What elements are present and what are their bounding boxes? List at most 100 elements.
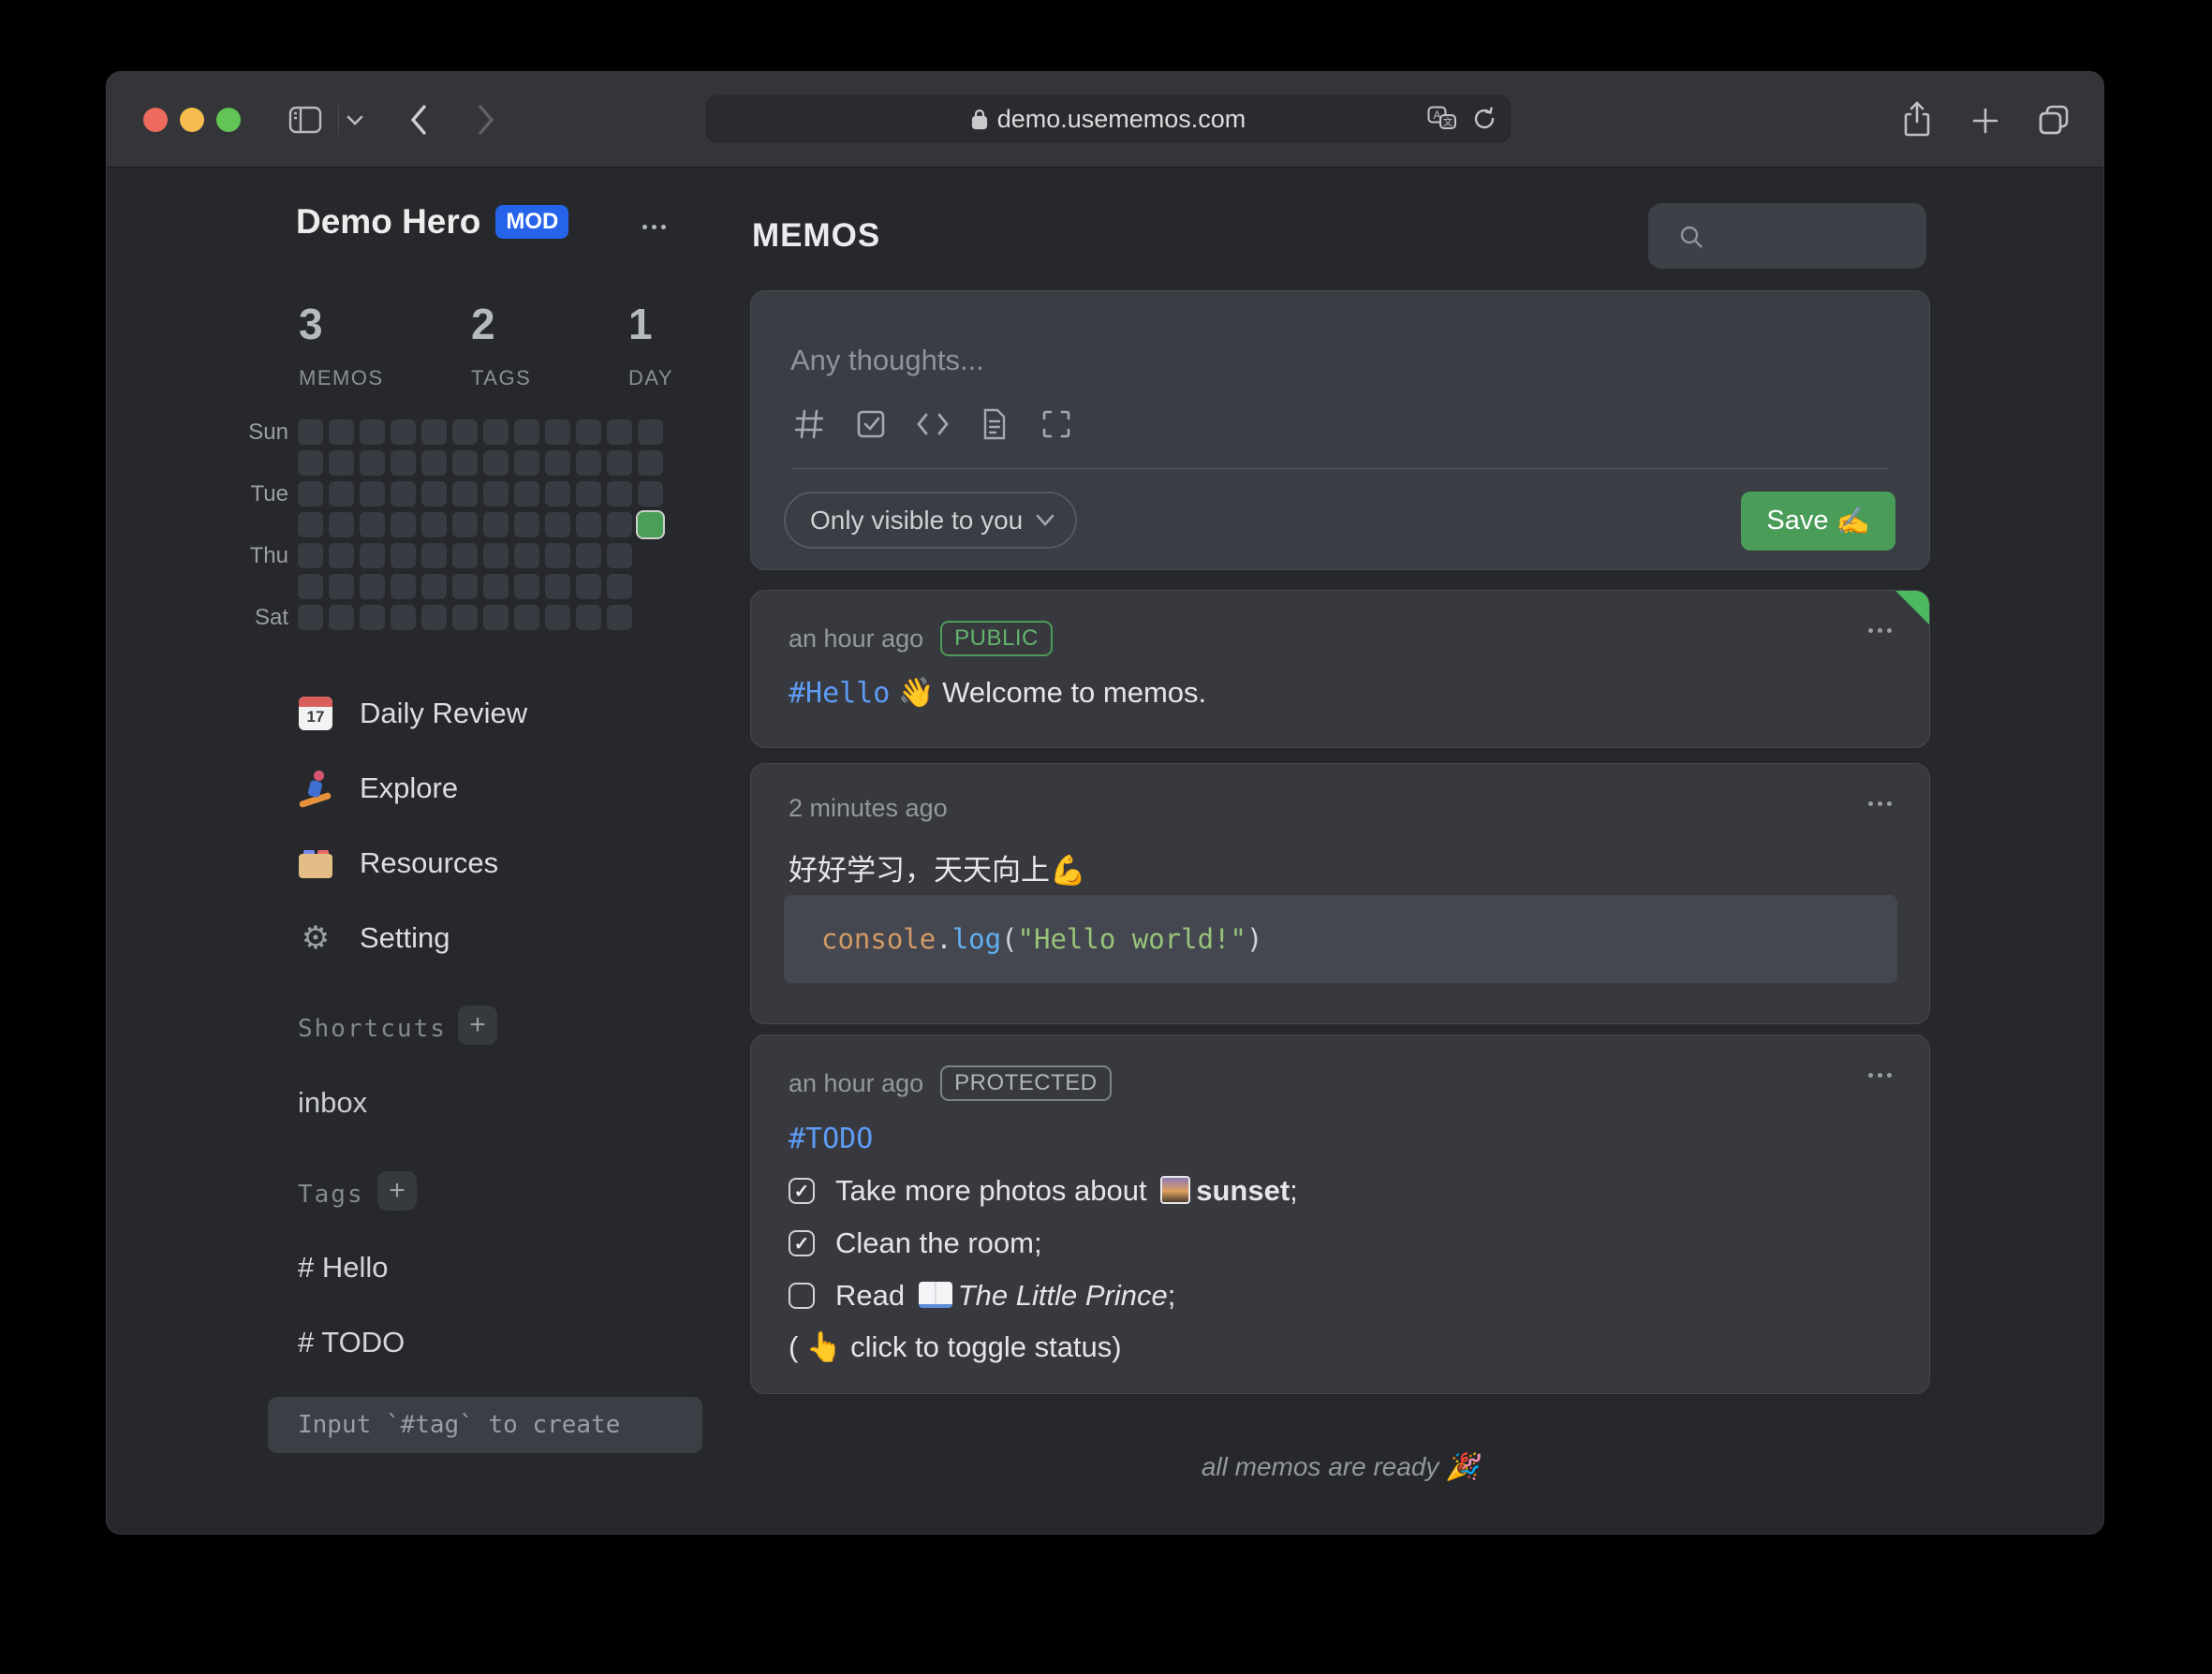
heatmap-cell (576, 574, 601, 599)
shortcut-item-inbox[interactable]: inbox (298, 1086, 367, 1120)
url-text: demo.usememos.com (997, 105, 1246, 134)
heatmap-cell (483, 419, 509, 445)
sidebar-nav: Daily Review Explore Resources ⚙ Set (296, 676, 527, 976)
heatmap-cell (483, 450, 509, 476)
file-icon[interactable] (978, 407, 1011, 441)
todo-text: Read 📖The Little Prince; (835, 1279, 1175, 1313)
heatmap-cell (607, 481, 632, 507)
heatmap-cell (483, 512, 509, 537)
minimize-window-button[interactable] (180, 108, 204, 132)
memo-composer[interactable]: Any thoughts... (750, 290, 1930, 570)
code-icon[interactable] (916, 407, 950, 441)
hashtag-icon[interactable] (792, 407, 826, 441)
fullscreen-icon[interactable] (1040, 407, 1073, 441)
content-tag[interactable]: #Hello (789, 677, 890, 710)
todo-checkbox[interactable] (789, 1283, 815, 1309)
todo-item: Take more photos about 🌄sunset; (789, 1174, 1298, 1208)
sidebar-item-setting[interactable]: ⚙ Setting (296, 901, 527, 976)
lock-icon (971, 108, 988, 130)
sidebar-item-explore[interactable]: Explore (296, 751, 527, 826)
heatmap-cell (545, 605, 570, 630)
memo-card: 2 minutes ago 好好学习，天天向上💪 console.log("He… (750, 763, 1930, 1024)
save-button[interactable]: Save ✍️ (1741, 492, 1895, 551)
code-block: console.log("Hello world!") (784, 895, 1897, 983)
add-shortcut-button[interactable]: + (458, 1006, 497, 1045)
todo-checkbox[interactable] (789, 1230, 815, 1256)
heatmap-cell (514, 450, 539, 476)
memo-card: an hour ago PROTECTED #TODO Take more ph… (750, 1035, 1930, 1394)
heatmap-cell (360, 450, 385, 476)
heatmap-cell (638, 450, 663, 476)
heatmap-cell (298, 543, 323, 568)
search-input[interactable] (1648, 203, 1926, 269)
todo-checkbox[interactable] (789, 1178, 815, 1204)
stat-memos: 3 MEMOS (299, 299, 384, 390)
memo-menu-ellipsis-icon[interactable] (1868, 801, 1892, 806)
heatmap-cell (360, 605, 385, 630)
close-window-button[interactable] (143, 108, 168, 132)
heatmap-cell (329, 512, 354, 537)
add-tag-button[interactable]: + (377, 1171, 417, 1211)
heatmap-cell (576, 481, 601, 507)
heatmap-cell (329, 419, 354, 445)
tag-item-todo[interactable]: # TODO (298, 1326, 405, 1359)
translate-icon[interactable]: A 文 (1427, 106, 1457, 132)
memo-menu-ellipsis-icon[interactable] (1868, 628, 1892, 633)
code-token: ) (1246, 923, 1262, 955)
code-token: log (952, 923, 1001, 955)
heatmap-cell (298, 512, 323, 537)
sidebar-toggle-icon[interactable] (287, 102, 324, 138)
heatmap-cell (452, 481, 478, 507)
heatmap-cell (514, 481, 539, 507)
heatmap-cell (298, 574, 323, 599)
share-icon[interactable] (1897, 98, 1937, 141)
browser-window: demo.usememos.com A 文 (106, 71, 2104, 1534)
tag-item-hello[interactable]: # Hello (298, 1251, 389, 1285)
zoom-window-button[interactable] (216, 108, 241, 132)
heatmap-cell (514, 543, 539, 568)
todo-text: Clean the room; (835, 1226, 1042, 1260)
heatmap-cell (576, 450, 601, 476)
svg-text:文: 文 (1443, 116, 1453, 128)
tag-create-input[interactable] (268, 1397, 702, 1453)
sidebar-item-resources[interactable]: Resources (296, 826, 527, 901)
heatmap-day-label: Thu (247, 543, 288, 569)
heatmap-cell (576, 605, 601, 630)
sidebar-item-daily-review[interactable]: Daily Review (296, 676, 527, 751)
address-bar[interactable]: demo.usememos.com A 文 (706, 95, 1511, 142)
shortcuts-heading: Shortcuts (298, 1015, 447, 1043)
heatmap-cell (607, 419, 632, 445)
content-tag[interactable]: #TODO (789, 1123, 873, 1155)
chevron-down-icon[interactable] (345, 111, 365, 128)
heatmap-cell (483, 481, 509, 507)
heatmap-cell (360, 543, 385, 568)
tab-overview-icon[interactable] (2034, 100, 2073, 140)
heatmap-cell (391, 512, 416, 537)
memo-content-chinese: 好好学习，天天向上💪 (789, 846, 1086, 888)
heatmap-cell (576, 543, 601, 568)
mod-badge: MOD (495, 205, 568, 239)
open-book-emoji: 📖 (919, 1282, 952, 1308)
heatmap-cell (360, 481, 385, 507)
back-button[interactable] (405, 100, 433, 140)
forward-button[interactable] (472, 100, 500, 140)
heatmap-cell (638, 481, 663, 507)
visibility-dropdown[interactable]: Only visible to you (784, 492, 1077, 549)
new-tab-icon[interactable] (1967, 102, 2004, 140)
code-token: . (936, 923, 951, 955)
user-menu-ellipsis-icon[interactable] (633, 213, 674, 240)
heatmap-cell (298, 481, 323, 507)
heatmap-cell (421, 574, 447, 599)
heatmap-cell (298, 419, 323, 445)
heatmap-cell (391, 543, 416, 568)
checkbox-icon[interactable] (854, 407, 888, 441)
heatmap-cell (483, 574, 509, 599)
memo-timestamp: 2 minutes ago (789, 794, 948, 823)
heatmap-cell (452, 605, 478, 630)
stat-memos-value: 3 (299, 299, 384, 349)
reload-icon[interactable] (1472, 106, 1497, 132)
heatmap-cell (360, 574, 385, 599)
calendar-17-icon (296, 694, 335, 733)
user-row[interactable]: Demo Hero MOD (296, 202, 568, 242)
memo-menu-ellipsis-icon[interactable] (1868, 1073, 1892, 1078)
